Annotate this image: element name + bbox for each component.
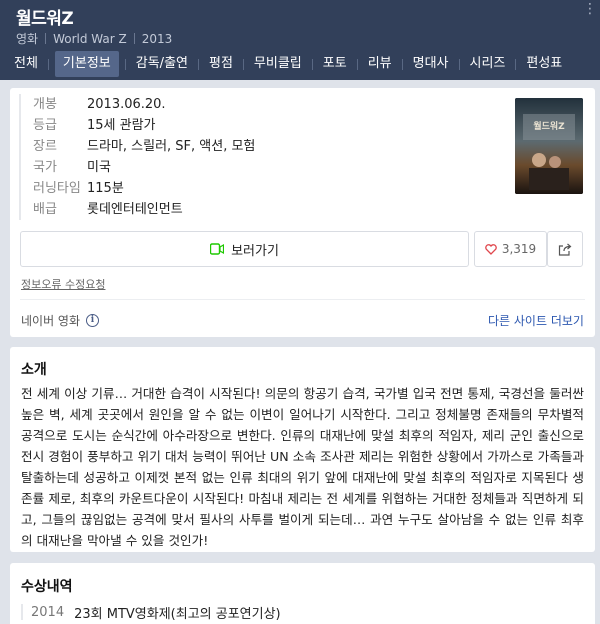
tab-5[interactable]: 포토	[319, 51, 351, 77]
share-icon	[558, 243, 572, 256]
source-label: 네이버 영화	[21, 314, 81, 328]
tab-1[interactable]: 기본정보	[54, 51, 119, 77]
tab-2[interactable]: 감독/출연	[132, 51, 192, 77]
tab-item-wrap: 전체	[10, 51, 42, 77]
tab-divider	[356, 58, 358, 70]
info-key: 등급	[33, 118, 57, 133]
basic-info-card: 개봉 2013.06.20. 등급 15세 관람가장르 드라마, 스릴러, SF, 액션…	[10, 88, 595, 337]
tab-item-wrap: 시리즈	[453, 51, 510, 77]
synopsis-card: 소개 전 세계 이상 기류… 거대한 습격이 시작된다! 의문의 항공기 습격,…	[10, 347, 595, 552]
synopsis-text: 전 세계 이상 기류… 거대한 습격이 시작된다! 의문의 항공기 습격, 국가…	[21, 386, 584, 548]
meta-divider	[133, 33, 135, 44]
synopsis-title: 소개	[21, 362, 47, 378]
tab-divider	[515, 58, 517, 70]
tab-divider	[401, 58, 403, 70]
source-info: 네이버 영화 i	[21, 312, 100, 329]
info-row: 장르 드라마, 스릴러, SF, 액션, 모험	[33, 136, 255, 157]
tab-6[interactable]: 리뷰	[364, 51, 396, 77]
info-value: 미국	[87, 160, 111, 175]
tab-item-wrap: 편성표	[509, 51, 566, 77]
tab-9[interactable]: 편성표	[522, 51, 566, 77]
meta-type: 영화	[16, 32, 39, 46]
info-value: 15세 관람가	[87, 118, 156, 133]
award-item: 2014 23회 MTV영화제(최고의 공포연기상)	[21, 603, 281, 622]
awards-title: 수상내역	[21, 579, 73, 595]
info-key: 국가	[33, 160, 57, 175]
tab-divider	[124, 58, 126, 70]
info-value: 드라마, 스릴러, SF, 액션, 모험	[87, 139, 256, 154]
play-icon	[210, 243, 225, 255]
tab-divider	[47, 58, 49, 70]
watch-button-label: 보러가기	[231, 243, 279, 259]
tab-divider	[458, 58, 460, 70]
tab-7[interactable]: 명대사	[409, 51, 453, 77]
meta-divider	[45, 33, 47, 44]
tab-item-wrap: 무비클립	[237, 51, 306, 77]
info-key: 러닝타임	[33, 181, 81, 196]
info-row: 등급 15세 관람가	[33, 115, 255, 136]
watch-button[interactable]: 보러가기	[20, 231, 469, 267]
movie-header: 월드워Z ⋮ 영화 World War Z 2013 전체 기본정보 감독/출연 평점…	[0, 0, 600, 80]
movie-meta: 영화 World War Z 2013	[16, 30, 172, 47]
heart-icon	[485, 243, 497, 255]
info-row: 배급 롯데엔터테인먼트	[33, 199, 255, 220]
tab-bar: 전체 기본정보 감독/출연 평점 무비클립 포토 리뷰 명대사 시리즈 편성표	[0, 50, 600, 78]
award-name[interactable]: 23회 MTV영화제(최고의 공포연기상)	[74, 603, 281, 622]
award-year: 2014	[31, 604, 65, 620]
info-key: 배급	[33, 202, 57, 217]
tab-3[interactable]: 평점	[205, 51, 237, 77]
tab-item-wrap: 리뷰	[351, 51, 396, 77]
tab-divider	[198, 58, 199, 70]
tab-8[interactable]: 시리즈	[466, 51, 510, 77]
tab-divider	[242, 58, 244, 70]
tab-divider	[311, 58, 313, 70]
divider	[20, 299, 585, 300]
more-options-icon[interactable]: ⋮	[583, 2, 597, 22]
meta-original-title: World War Z	[53, 31, 127, 46]
info-row: 러닝타임 115분	[33, 178, 255, 199]
tab-item-wrap: 포토	[306, 51, 351, 77]
more-sites-link[interactable]: 다른 사이트 더보기	[488, 312, 584, 329]
movie-poster[interactable]: 월드워Z	[515, 98, 583, 194]
tab-0[interactable]: 전체	[10, 51, 42, 77]
info-key: 장르	[33, 139, 57, 154]
info-value: 2013.06.20.	[87, 97, 166, 112]
info-list: 개봉 2013.06.20. 등급 15세 관람가장르 드라마, 스릴러, SF, 액션…	[19, 94, 255, 220]
page-title[interactable]: 월드워Z	[16, 4, 74, 29]
info-value: 롯데엔터테인먼트	[87, 202, 183, 217]
tab-item-wrap: 평점	[192, 51, 237, 77]
info-icon[interactable]: i	[86, 314, 100, 327]
tab-4[interactable]: 무비클립	[250, 51, 306, 77]
info-value: 115분	[87, 181, 124, 196]
meta-year: 2013	[141, 31, 173, 46]
awards-card: 수상내역 2014 23회 MTV영화제(최고의 공포연기상)	[10, 563, 595, 624]
share-button[interactable]	[547, 231, 583, 267]
tab-item-wrap: 명대사	[396, 51, 453, 77]
like-count: 3,319	[501, 242, 537, 256]
tab-item-wrap: 감독/출연	[119, 51, 192, 77]
poster-title: 월드워Z	[533, 120, 565, 132]
info-key: 개봉	[33, 97, 57, 112]
report-error-link[interactable]: 정보오류 수정요청	[21, 276, 105, 292]
like-button[interactable]: 3,319	[474, 231, 547, 267]
info-row: 개봉 2013.06.20.	[33, 94, 255, 115]
tab-item-wrap: 기본정보	[42, 51, 119, 77]
info-row: 국가 미국	[33, 157, 255, 178]
